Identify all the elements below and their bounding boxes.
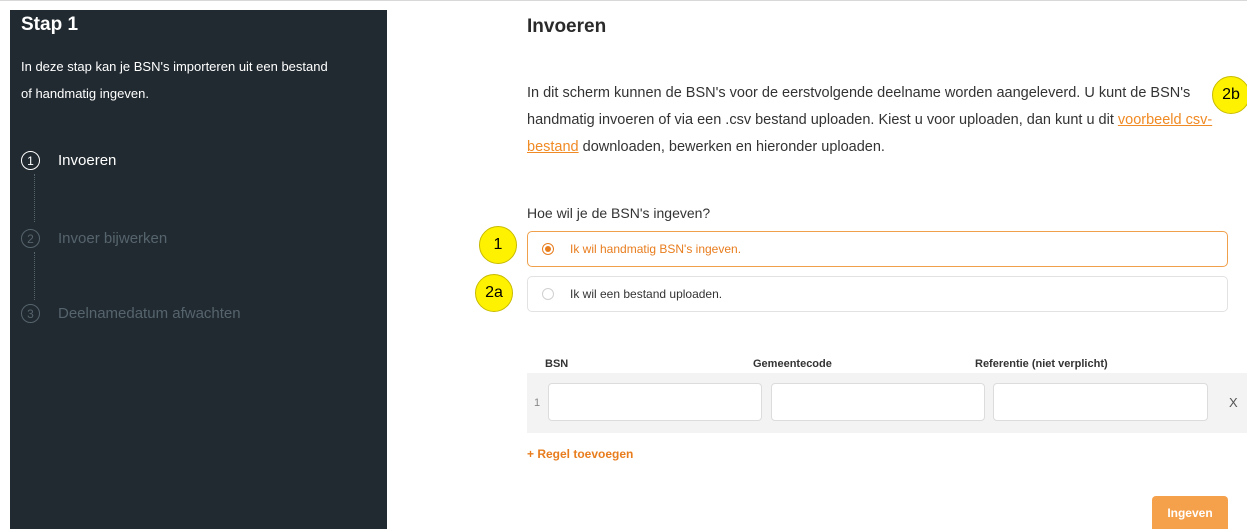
referentie-input[interactable] <box>993 383 1208 421</box>
annotation-badge-1: 1 <box>479 226 517 264</box>
step-deelnamedatum-afwachten: 3 Deelnamedatum afwachten <box>21 304 241 323</box>
option-manual-input[interactable]: Ik wil handmatig BSN's ingeven. <box>527 231 1228 267</box>
step-label: Invoeren <box>58 152 117 169</box>
sidebar-description-line-2: of handmatig ingeven. <box>21 86 149 101</box>
column-header-referentie: Referentie (niet verplicht) <box>975 358 1108 370</box>
page-title: Invoeren <box>527 16 607 37</box>
delete-row-button[interactable]: X <box>1229 395 1238 410</box>
annotation-badge-2a: 2a <box>475 274 513 312</box>
column-header-gemeentecode: Gemeentecode <box>753 358 832 370</box>
intro-text: In dit scherm kunnen de BSN's voor de ee… <box>527 80 1227 161</box>
radio-button[interactable] <box>542 288 554 300</box>
radio-button-selected[interactable] <box>542 243 554 255</box>
step-connector <box>34 174 35 222</box>
step-invoer-bijwerken: 2 Invoer bijwerken <box>21 229 167 248</box>
top-divider <box>0 0 1247 1</box>
step-number-1: 1 <box>21 151 40 170</box>
option-file-upload[interactable]: Ik wil een bestand uploaden. <box>527 276 1228 312</box>
step-label: Deelnamedatum afwachten <box>58 305 241 322</box>
step-connector <box>34 252 35 300</box>
intro-text-part-2: downloaden, bewerken en hieronder upload… <box>578 139 885 155</box>
option-label: Ik wil handmatig BSN's ingeven. <box>570 242 742 256</box>
sidebar-description-line-1: In deze stap kan je BSN's importeren uit… <box>21 59 328 74</box>
row-index: 1 <box>534 397 541 409</box>
annotation-badge-2b: 2b <box>1212 76 1247 114</box>
gemeentecode-input[interactable] <box>771 383 985 421</box>
option-label: Ik wil een bestand uploaden. <box>570 287 723 301</box>
step-label: Invoer bijwerken <box>58 230 168 247</box>
sidebar: Stap 1 In deze stap kan je BSN's importe… <box>10 10 387 529</box>
input-method-question: Hoe wil je de BSN's ingeven? <box>527 205 711 221</box>
sidebar-description: In deze stap kan je BSN's importeren uit… <box>21 53 361 107</box>
add-row-link[interactable]: + Regel toevoegen <box>527 447 633 461</box>
sidebar-title: Stap 1 <box>21 14 79 35</box>
bsn-input[interactable] <box>548 383 762 421</box>
step-number-2: 2 <box>21 229 40 248</box>
intro-text-part-1: In dit scherm kunnen de BSN's voor de ee… <box>527 85 1191 128</box>
step-number-3: 3 <box>21 304 40 323</box>
column-header-bsn: BSN <box>545 358 569 370</box>
step-invoeren: 1 Invoeren <box>21 151 116 170</box>
submit-button[interactable]: Ingeven <box>1152 496 1228 529</box>
